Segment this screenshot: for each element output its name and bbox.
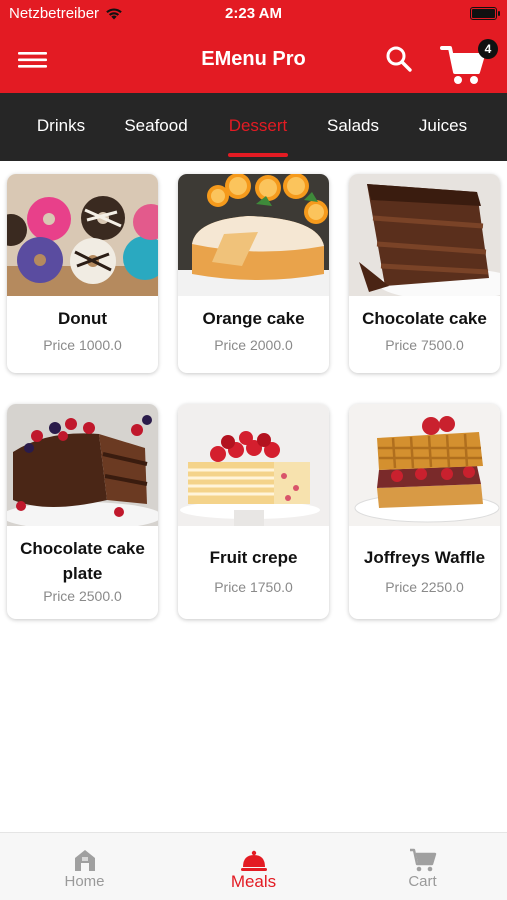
active-tab-indicator bbox=[228, 153, 288, 157]
item-price: Price 2000.0 bbox=[214, 337, 293, 353]
app-header: Netzbetreiber 2:23 AM EMenu Pro 4 bbox=[0, 0, 507, 93]
donut-image bbox=[7, 174, 158, 296]
tab-juices[interactable]: Juices bbox=[406, 93, 480, 161]
item-price: Price 1000.0 bbox=[43, 337, 122, 353]
nav-cart[interactable]: Cart bbox=[338, 833, 507, 900]
menu-item-card[interactable]: Joffreys Waffle Price 2250.0 bbox=[349, 404, 500, 619]
tab-drinks[interactable]: Drinks bbox=[24, 93, 98, 161]
menu-item-card[interactable]: Chocolate cake Price 7500.0 bbox=[349, 174, 500, 373]
tab-seafood[interactable]: Seafood bbox=[119, 93, 193, 161]
home-icon bbox=[75, 850, 95, 871]
item-price: Price 2250.0 bbox=[385, 579, 464, 595]
item-name: Joffreys Waffle bbox=[363, 548, 486, 567]
waffle-image bbox=[349, 404, 500, 526]
menu-item-card[interactable]: Fruit crepe Price 1750.0 bbox=[178, 404, 329, 619]
menu-item-card[interactable]: Orange cake Price 2000.0 bbox=[178, 174, 329, 373]
search-button[interactable] bbox=[385, 45, 413, 73]
nav-home[interactable]: Home bbox=[0, 833, 169, 900]
cart-icon bbox=[410, 848, 437, 872]
cart-button[interactable]: 4 bbox=[440, 36, 498, 88]
item-name: Chocolate cake plate bbox=[20, 539, 145, 583]
orange-cake-image bbox=[178, 174, 329, 296]
item-price: Price 1750.0 bbox=[214, 579, 293, 595]
status-time: 2:23 AM bbox=[225, 5, 282, 22]
item-name: Chocolate cake bbox=[362, 309, 487, 328]
nav-home-label: Home bbox=[64, 873, 105, 890]
tab-dessert[interactable]: Dessert bbox=[221, 93, 295, 161]
chocolate-cake-image bbox=[349, 174, 500, 296]
nav-cart-label: Cart bbox=[408, 873, 437, 890]
battery-icon bbox=[470, 7, 500, 20]
item-price: Price 7500.0 bbox=[385, 337, 464, 353]
bottom-navigation: Home Meals Cart bbox=[0, 832, 507, 900]
item-price: Price 2500.0 bbox=[43, 588, 122, 604]
nav-meals-label: Meals bbox=[230, 872, 277, 891]
app-title: EMenu Pro bbox=[201, 48, 306, 70]
nav-bar: EMenu Pro 4 bbox=[0, 28, 507, 93]
cloche-icon bbox=[241, 850, 267, 871]
cart-count-badge: 4 bbox=[478, 39, 498, 59]
nav-meals[interactable]: Meals bbox=[169, 833, 338, 900]
chocolate-cake-plate-image bbox=[7, 404, 158, 526]
menu-item-card[interactable]: Donut Price 1000.0 bbox=[7, 174, 158, 373]
status-bar: Netzbetreiber 2:23 AM bbox=[0, 0, 507, 28]
menu-item-card[interactable]: Chocolate cake plate Price 2500.0 bbox=[7, 404, 158, 619]
search-icon bbox=[386, 46, 412, 72]
category-tabs: Drinks Seafood Dessert Salads Juices bbox=[0, 93, 507, 161]
item-name: Donut bbox=[57, 309, 108, 328]
tab-salads[interactable]: Salads bbox=[316, 93, 390, 161]
item-name: Orange cake bbox=[202, 309, 305, 328]
fruit-crepe-image bbox=[178, 404, 329, 526]
item-name: Fruit crepe bbox=[209, 548, 298, 567]
